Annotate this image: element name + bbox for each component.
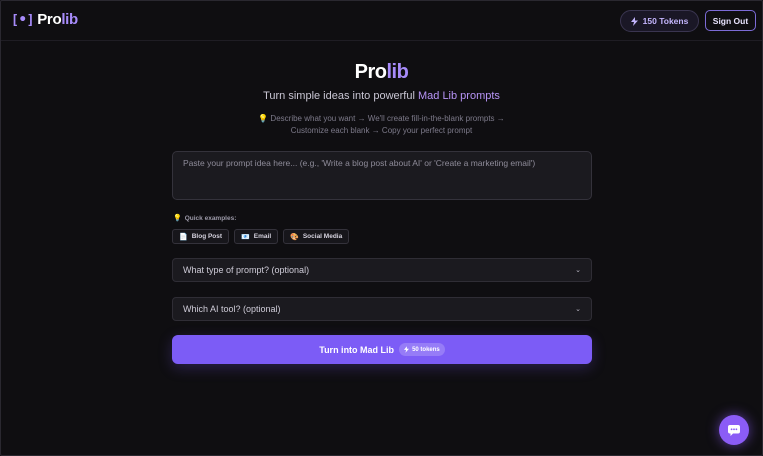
chevron-down-icon: ⌄	[575, 267, 581, 274]
prompt-type-select[interactable]: What type of prompt? (optional) ⌄	[172, 258, 592, 282]
steps-line-1: Describe what you want → We'll create fi…	[270, 114, 505, 123]
tokens-badge[interactable]: 150 Tokens	[620, 10, 699, 32]
tagline-prefix: Turn simple ideas into powerful	[263, 90, 415, 102]
chip-email[interactable]: 📧 Email	[234, 229, 279, 244]
prompt-input[interactable]	[172, 151, 592, 200]
quick-example-chips: 📄 Blog Post 📧 Email 🎨 Social Media	[172, 229, 350, 244]
tagline: Turn simple ideas into powerful Mad Lib …	[1, 90, 762, 102]
page-title: Prolib	[1, 61, 762, 84]
prompt-type-value: What type of prompt? (optional)	[183, 265, 310, 275]
logo-bracket-icon: [•]	[11, 11, 35, 28]
chip-blog-post[interactable]: 📄 Blog Post	[172, 229, 230, 244]
chat-bubble-icon	[728, 424, 740, 436]
email-icon: 📧	[241, 233, 250, 241]
ai-tool-value: Which AI tool? (optional)	[183, 304, 281, 314]
cta-label: Turn into Mad Lib	[319, 344, 395, 355]
quick-examples-label: 💡 Quick examples:	[173, 214, 237, 223]
chip-social-media[interactable]: 🎨 Social Media	[283, 229, 350, 244]
title-pro-text: Pro	[354, 61, 387, 83]
title-lib-text: lib	[386, 61, 409, 83]
lightbulb-icon: 💡	[173, 215, 182, 222]
lightning-icon	[404, 346, 410, 353]
chevron-down-icon: ⌄	[575, 306, 581, 313]
logo[interactable]: [•] Prolib	[11, 11, 78, 28]
steps-line-2: Customize each blank → Copy your perfect…	[290, 126, 473, 135]
turn-into-mad-lib-button[interactable]: Turn into Mad Lib 50 tokens	[172, 335, 592, 364]
document-icon: 📄	[179, 233, 188, 241]
sign-out-button[interactable]: Sign Out	[705, 10, 756, 31]
ai-tool-select[interactable]: Which AI tool? (optional) ⌄	[172, 297, 592, 321]
top-bar: [•] Prolib 150 Tokens Sign Out	[1, 1, 762, 41]
cta-badge-label: 50 tokens	[412, 346, 440, 353]
lightbulb-icon: 💡	[258, 114, 269, 123]
quick-examples-text: Quick examples:	[184, 214, 237, 222]
chip-label: Blog Post	[191, 233, 223, 240]
palette-icon: 🎨	[290, 233, 299, 241]
logo-lib-text: lib	[61, 11, 78, 28]
tagline-accent: Mad Lib prompts	[417, 90, 500, 102]
cta-cost-badge: 50 tokens	[399, 343, 445, 356]
chat-button[interactable]	[719, 415, 749, 445]
tokens-label: 150 Tokens	[642, 16, 689, 26]
chip-label: Social Media	[302, 233, 343, 240]
app-window: [•] Prolib 150 Tokens Sign Out Prolib Tu…	[0, 0, 763, 456]
steps-description: 💡 Describe what you want → We'll create …	[1, 113, 762, 137]
lightning-icon	[630, 16, 638, 26]
logo-pro-text: Pro	[37, 11, 62, 28]
chip-label: Email	[253, 233, 272, 240]
